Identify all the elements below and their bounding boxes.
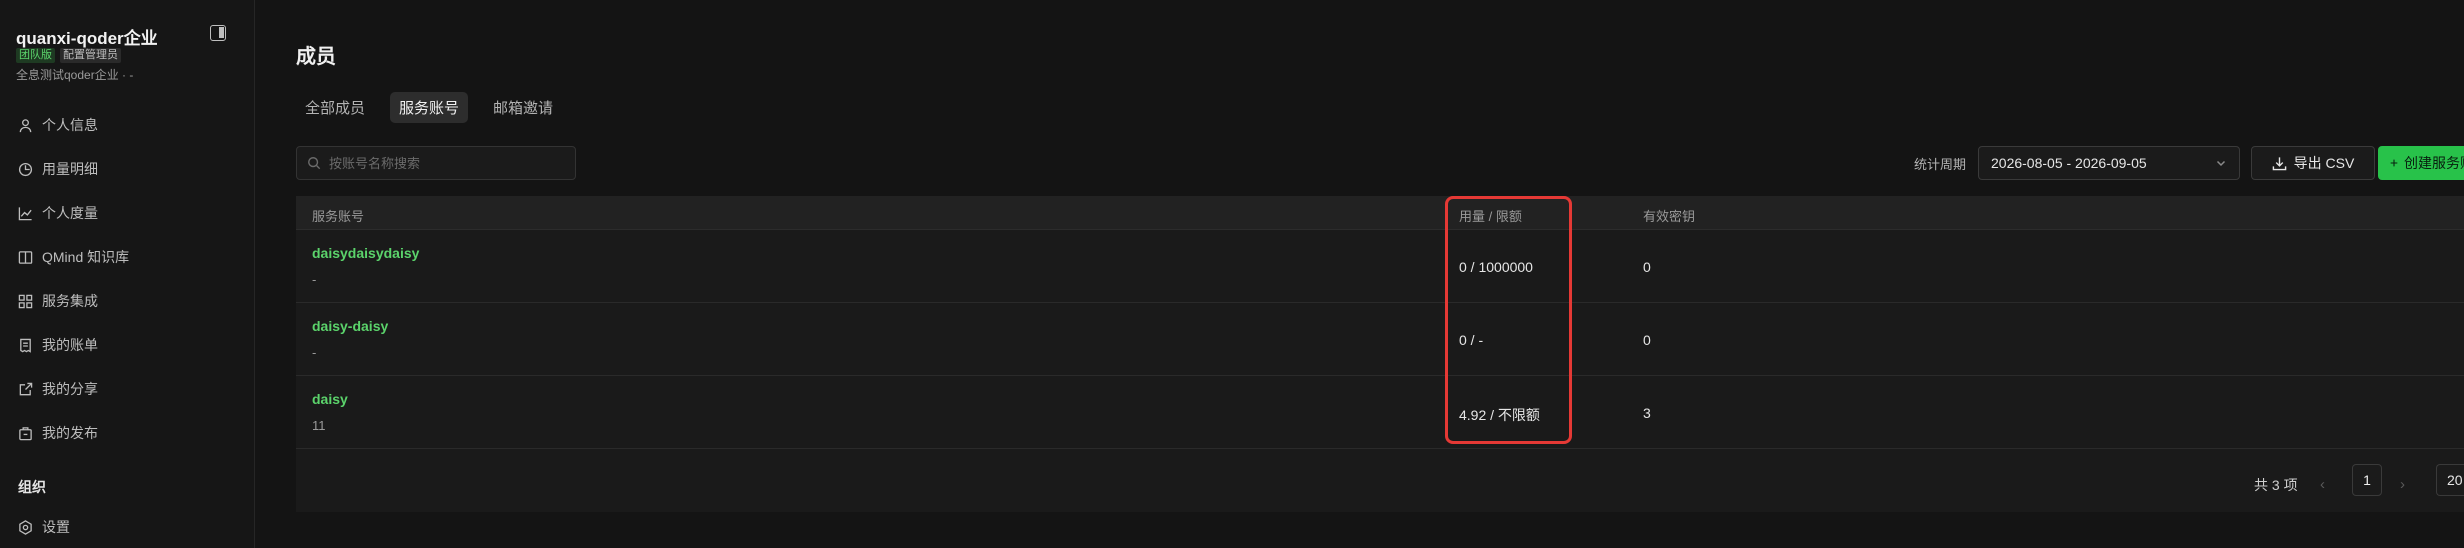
sidebar-item-label: 我的账单	[42, 337, 98, 353]
sidebar-item-shares[interactable]: 我的分享	[18, 378, 98, 400]
share-icon	[19, 382, 33, 395]
sidebar-item-label: 个人信息	[42, 117, 98, 133]
search-box[interactable]	[296, 146, 576, 180]
account-name-link[interactable]: daisy	[312, 391, 348, 407]
bill-icon	[20, 338, 31, 353]
sidebar-collapse-icon[interactable]	[210, 25, 226, 41]
sidebar-item-label: 用量明细	[42, 161, 98, 177]
column-header-keys: 有效密钥	[1643, 209, 1696, 224]
service-accounts-table: 服务账号 用量 / 限额 有效密钥 daisydaisydaisy - 0 / …	[296, 196, 2464, 512]
gear-icon	[19, 519, 32, 535]
chevron-right-icon[interactable]: ›	[2400, 476, 2405, 493]
total-count: 共 3 项	[2254, 477, 2298, 493]
column-header-account: 服务账号	[312, 209, 365, 224]
active-keys-count: 0	[1643, 259, 1651, 275]
sidebar-item-publish[interactable]: 我的发布	[18, 422, 98, 444]
sidebar-item-profile[interactable]: 个人信息	[18, 114, 98, 136]
chevron-left-icon[interactable]: ‹	[2320, 476, 2325, 493]
table-header: 服务账号 用量 / 限额 有效密钥	[296, 196, 2464, 230]
grid-icon	[18, 294, 33, 308]
line-chart-icon	[18, 206, 32, 220]
sidebar-item-label: 服务集成	[42, 293, 98, 309]
sidebar-section-org: 组织	[18, 479, 46, 495]
tab-email-invites[interactable]: 邮箱邀请	[484, 92, 562, 123]
active-keys-count: 3	[1643, 405, 1651, 421]
account-name-link[interactable]: daisy-daisy	[312, 318, 388, 334]
book-icon	[18, 250, 33, 264]
team-edition-badge: 团队版	[16, 48, 55, 63]
sidebar-item-label: 我的分享	[42, 381, 98, 397]
date-range-select[interactable]: 2026-08-05 - 2026-09-05	[1978, 146, 2240, 180]
page-title: 成员	[296, 46, 336, 68]
chevron-down-icon	[2216, 160, 2226, 167]
sidebar: quanxi-qoder企业 团队版 配置管理员 全息测试qoder企业 · -…	[0, 0, 255, 548]
column-header-usage: 用量 / 限额	[1459, 209, 1522, 224]
sidebar-item-label: 我的发布	[42, 425, 98, 441]
org-badges: 团队版 配置管理员	[16, 48, 121, 63]
sidebar-item-label: 个人度量	[42, 205, 98, 221]
account-description: 11	[312, 418, 326, 433]
table-row: daisydaisydaisy - 0 / 1000000 0	[296, 230, 2464, 303]
page-size-select[interactable]: 20 条/页	[2436, 464, 2464, 496]
usage-limit-value: 0 / 1000000	[1459, 259, 1533, 275]
active-keys-count: 0	[1643, 332, 1651, 348]
account-name-link[interactable]: daisydaisydaisy	[312, 245, 419, 261]
admin-role-badge: 配置管理员	[60, 48, 121, 63]
member-tabs: 全部成员 服务账号 邮箱邀请	[296, 92, 562, 123]
sidebar-item-integrations[interactable]: 服务集成	[18, 290, 98, 312]
clock-chart-icon	[18, 162, 33, 176]
export-csv-button[interactable]: 导出 CSV	[2251, 146, 2375, 180]
download-icon	[2272, 156, 2286, 170]
sidebar-item-usage[interactable]: 用量明细	[18, 158, 98, 180]
sidebar-item-label: QMind 知识库	[42, 249, 130, 265]
account-description: -	[312, 272, 317, 287]
publish-icon	[19, 426, 32, 440]
search-input[interactable]	[327, 154, 571, 172]
create-service-account-label: 创建服务账号	[2404, 155, 2464, 171]
page-number-button[interactable]: 1	[2352, 464, 2382, 496]
pagination: 共 3 项 ‹ 1 › 20 条/页	[296, 464, 2464, 504]
main-content: 成员 全部成员 服务账号 邮箱邀请 统计周期 2026-08-05 - 2026…	[256, 0, 2464, 548]
usage-limit-value: 4.92 / 不限额	[1459, 407, 1540, 423]
search-icon	[308, 157, 321, 170]
create-service-account-button[interactable]: 创建服务账号	[2378, 146, 2464, 180]
date-range-value: 2026-08-05 - 2026-09-05	[1991, 155, 2147, 171]
sidebar-item-metrics[interactable]: 个人度量	[18, 202, 98, 224]
org-name[interactable]: quanxi-qoder企业	[16, 24, 158, 49]
tab-all-members[interactable]: 全部成员	[296, 92, 374, 123]
org-subtitle: 全息测试qoder企业 · -	[16, 68, 134, 82]
tab-service-accounts[interactable]: 服务账号	[390, 92, 469, 123]
sidebar-item-label: 设置	[42, 519, 70, 535]
account-description: -	[312, 345, 317, 360]
period-label: 统计周期	[1914, 157, 1967, 172]
sidebar-item-bills[interactable]: 我的账单	[18, 334, 98, 356]
table-row: daisy 11 4.92 / 不限额 3	[296, 376, 2464, 449]
sidebar-item-settings[interactable]: 设置	[18, 516, 70, 538]
user-icon	[19, 118, 32, 132]
table-row: daisy-daisy - 0 / - 0	[296, 303, 2464, 376]
export-csv-label: 导出 CSV	[2293, 155, 2355, 171]
plus-icon	[2390, 159, 2398, 167]
usage-limit-value: 0 / -	[1459, 332, 1484, 348]
sidebar-item-qmind[interactable]: QMind 知识库	[18, 246, 129, 268]
